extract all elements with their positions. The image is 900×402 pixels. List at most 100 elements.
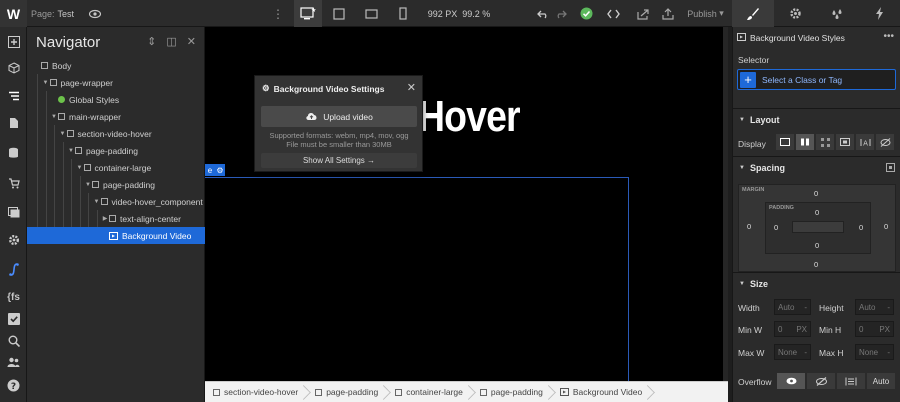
- add-class-plus-icon[interactable]: +: [740, 71, 756, 88]
- min-height-input[interactable]: 0 PX: [855, 321, 894, 337]
- margin-bottom-value[interactable]: 0: [814, 260, 818, 269]
- symbols-cube-icon[interactable]: [0, 57, 27, 79]
- preview-eye-icon[interactable]: [87, 0, 103, 27]
- navigator-item[interactable]: ▼ page-padding: [27, 142, 205, 159]
- caret-down-icon[interactable]: ▼: [59, 131, 67, 137]
- navigator-item[interactable]: ▼ section-video-hover: [27, 125, 205, 142]
- margin-right-value[interactable]: 0: [884, 222, 888, 231]
- breadcrumb-item[interactable]: container-large: [387, 382, 472, 402]
- mobile-portrait-icon[interactable]: [394, 0, 412, 27]
- display-inline-icon[interactable]: A: [856, 134, 874, 150]
- canvas-scrollbar[interactable]: [723, 27, 728, 381]
- undo-icon[interactable]: [536, 0, 550, 27]
- navigator-item[interactable]: Background Video: [27, 227, 205, 244]
- display-none-icon[interactable]: [876, 134, 894, 150]
- padding-right-value[interactable]: 0: [859, 223, 863, 232]
- element-settings-gear-icon[interactable]: ⚙: [215, 164, 225, 176]
- navigator-item[interactable]: Global Styles: [27, 91, 205, 108]
- max-height-input[interactable]: None -: [855, 344, 894, 360]
- collapse-all-icon[interactable]: ⇕: [147, 35, 156, 48]
- variables-fs-icon[interactable]: {fs: [0, 286, 27, 308]
- breadcrumb-item[interactable]: page-padding: [307, 382, 387, 402]
- size-section-header[interactable]: ▼ Size: [733, 272, 900, 294]
- canvas-heading[interactable]: Hover: [418, 92, 521, 142]
- min-width-input[interactable]: 0 PX: [774, 321, 811, 337]
- navigator-icon[interactable]: [0, 85, 27, 107]
- overflow-auto-button[interactable]: Auto: [867, 373, 895, 389]
- navigator-item[interactable]: ▼ page-padding: [27, 176, 205, 193]
- dock-panel-icon[interactable]: ◫: [166, 35, 176, 48]
- popup-close-icon[interactable]: ✕: [407, 81, 416, 94]
- logic-flow-icon[interactable]: [0, 258, 27, 280]
- overflow-scroll-icon[interactable]: [837, 373, 865, 389]
- caret-down-icon[interactable]: ▼: [50, 114, 58, 120]
- caret-down-icon[interactable]: ▼: [67, 148, 75, 154]
- lightning-bolt-tab[interactable]: [858, 0, 900, 27]
- width-input[interactable]: Auto -: [774, 299, 811, 315]
- breadcrumb-item[interactable]: section-video-hover: [205, 382, 307, 402]
- check-circle-icon[interactable]: [578, 0, 594, 27]
- navigator-item[interactable]: ▼ video-hover_component: [27, 193, 205, 210]
- checklist-icon[interactable]: [0, 308, 27, 330]
- show-all-settings-button[interactable]: Show All Settings →: [261, 153, 417, 168]
- assets-image-icon[interactable]: [0, 201, 27, 223]
- layout-title: Layout: [749, 114, 780, 125]
- webflow-logo[interactable]: W: [0, 0, 27, 27]
- navigator-item[interactable]: ▼ page-wrapper: [27, 74, 205, 91]
- close-icon[interactable]: ✕: [187, 35, 196, 48]
- display-block-icon[interactable]: [776, 134, 794, 150]
- code-icon[interactable]: [604, 0, 622, 27]
- max-width-input[interactable]: None -: [774, 344, 811, 360]
- caret-down-icon[interactable]: ▼: [93, 199, 101, 205]
- background-video-outline[interactable]: [205, 177, 629, 385]
- overflow-visible-icon[interactable]: [777, 373, 805, 389]
- spacing-settings-icon[interactable]: [886, 163, 895, 174]
- display-flex-icon[interactable]: [796, 134, 814, 150]
- element-badge[interactable]: e ⚙: [205, 164, 225, 176]
- breadcrumb-item[interactable]: page-padding: [472, 382, 552, 402]
- caret-right-icon[interactable]: ▶: [101, 215, 109, 222]
- padding-top-value[interactable]: 0: [815, 208, 819, 217]
- page-selector[interactable]: Page: Test: [31, 0, 91, 27]
- spacing-section-header[interactable]: ▼ Spacing: [733, 156, 900, 178]
- export-icon[interactable]: [634, 0, 652, 27]
- tablet-breakpoint-icon[interactable]: [329, 0, 349, 27]
- padding-bottom-value[interactable]: 0: [815, 241, 819, 250]
- more-vertical-icon[interactable]: ⋮: [272, 0, 284, 27]
- breadcrumb-item[interactable]: Background Video: [552, 382, 651, 402]
- ecommerce-cart-icon[interactable]: [0, 172, 27, 194]
- desktop-breakpoint-icon[interactable]: ★: [294, 0, 322, 27]
- selector-input[interactable]: + Select a Class or Tag: [737, 69, 896, 90]
- mobile-landscape-icon[interactable]: [361, 0, 381, 27]
- help-icon[interactable]: ?: [0, 374, 27, 396]
- pages-icon[interactable]: [0, 112, 27, 134]
- more-options-icon[interactable]: •••: [883, 31, 894, 42]
- settings-gear-tab[interactable]: [774, 0, 816, 27]
- overflow-hidden-icon[interactable]: [807, 373, 835, 389]
- caret-down-icon[interactable]: ▼: [84, 182, 92, 188]
- users-icon[interactable]: [0, 351, 27, 373]
- display-inline-block-icon[interactable]: [836, 134, 854, 150]
- search-icon[interactable]: [0, 330, 27, 352]
- height-input[interactable]: Auto -: [855, 299, 894, 315]
- navigator-item[interactable]: ▼ main-wrapper: [27, 108, 205, 125]
- upload-video-button[interactable]: Upload video: [261, 106, 417, 127]
- cms-database-icon[interactable]: [0, 142, 27, 164]
- caret-down-icon[interactable]: ▼: [76, 165, 84, 171]
- publish-button[interactable]: Publish ▾: [683, 0, 728, 27]
- margin-top-value[interactable]: 0: [814, 189, 818, 198]
- style-brush-tab[interactable]: [732, 0, 774, 27]
- navigator-item[interactable]: Body: [27, 57, 205, 74]
- redo-icon[interactable]: [554, 0, 568, 27]
- navigator-item[interactable]: ▶ text-align-center: [27, 210, 205, 227]
- add-panel-icon[interactable]: [0, 31, 27, 53]
- padding-left-value[interactable]: 0: [774, 223, 778, 232]
- layout-section-header[interactable]: ▼ Layout: [733, 108, 900, 130]
- settings-gear-icon[interactable]: [0, 229, 27, 251]
- interactions-drops-tab[interactable]: [816, 0, 858, 27]
- margin-left-value[interactable]: 0: [747, 222, 751, 231]
- navigator-item[interactable]: ▼ container-large: [27, 159, 205, 176]
- share-icon[interactable]: [659, 0, 677, 27]
- caret-down-icon[interactable]: ▼: [42, 80, 50, 86]
- display-grid-icon[interactable]: [816, 134, 834, 150]
